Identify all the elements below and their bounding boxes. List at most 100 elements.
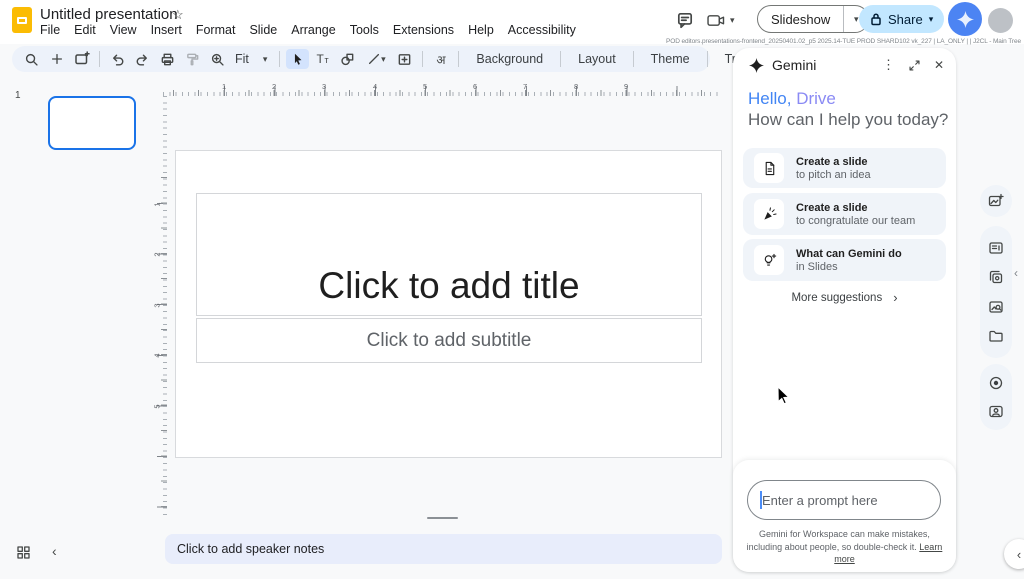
grid-view-button[interactable] [17, 546, 30, 559]
new-slide-button[interactable] [70, 49, 93, 69]
slideshow-button[interactable]: Slideshow [758, 6, 843, 32]
suggestion-card-pitch[interactable]: Create a slide to pitch an idea [743, 148, 946, 188]
lock-icon [870, 12, 882, 26]
copies-button[interactable] [988, 269, 1004, 285]
build-info-text: POD editors.presentations-frontend_20250… [666, 38, 1021, 45]
collapse-side-panel-button[interactable]: ‹ [1004, 539, 1024, 569]
menu-format[interactable]: Format [196, 23, 236, 37]
quick-add-button[interactable] [45, 49, 68, 69]
star-icon[interactable]: ☆ [172, 7, 184, 23]
menu-insert[interactable]: Insert [151, 23, 182, 37]
title-placeholder[interactable]: Click to add title [196, 193, 702, 316]
ruler-tick-label: 3 [322, 82, 326, 91]
input-tools-button[interactable]: अ [429, 49, 452, 69]
gemini-button[interactable] [948, 2, 982, 36]
join-call-button[interactable]: ▾ [706, 13, 735, 28]
more-suggestions-button[interactable]: More suggestions › [733, 290, 956, 305]
slide-layouts-button[interactable] [988, 240, 1004, 256]
menu-help[interactable]: Help [468, 23, 494, 37]
comments-button[interactable] [676, 11, 694, 29]
collapse-rail-chevron[interactable]: ‹ [1014, 266, 1018, 280]
subtitle-placeholder-text: Click to add subtitle [367, 330, 532, 352]
toolbar-separator [279, 51, 280, 67]
stacked-copies-icon [988, 269, 1004, 285]
party-popper-icon [754, 199, 784, 229]
insert-line-button[interactable]: ▾ [361, 49, 391, 69]
insert-placeholder-button[interactable] [393, 49, 416, 69]
ruler-tick-label: 8 [574, 82, 578, 91]
account-avatar[interactable] [988, 8, 1013, 33]
notes-resize-handle[interactable] [427, 517, 458, 519]
gemini-greeting: Hello, Drive How can I help you today? [748, 88, 948, 131]
text-box-button[interactable]: Tт [311, 49, 334, 69]
toolbar-separator [633, 51, 634, 67]
new-slide-icon [74, 51, 90, 67]
image-add-icon [988, 193, 1004, 209]
document-title[interactable]: Untitled presentation [40, 6, 178, 23]
share-button[interactable]: Share ▾ [859, 5, 944, 33]
redo-button[interactable] [131, 49, 154, 69]
insert-shape-button[interactable] [336, 49, 359, 69]
share-button-label: Share [888, 12, 923, 27]
undo-button[interactable] [106, 49, 129, 69]
print-button[interactable] [156, 49, 179, 69]
search-icon [24, 52, 39, 67]
slide-number: 1 [15, 90, 21, 101]
slide-canvas[interactable]: Click to add title Click to add subtitle [175, 150, 722, 458]
menu-file[interactable]: File [40, 23, 60, 37]
menu-accessibility[interactable]: Accessibility [508, 23, 576, 37]
background-button[interactable]: Background [465, 52, 554, 66]
menu-slide[interactable]: Slide [249, 23, 277, 37]
ruler-tick-label: 9 [624, 82, 628, 91]
gemini-spark-icon [957, 11, 974, 28]
speaker-notes-bar[interactable]: Click to add speaker notes [165, 534, 722, 564]
collapse-filmstrip-button[interactable]: ‹ [52, 543, 57, 559]
menu-view[interactable]: View [110, 23, 137, 37]
caret-down-icon: ▾ [854, 15, 859, 24]
svg-text:T: T [316, 52, 324, 66]
rail-group-tools [980, 226, 1012, 358]
layout-button[interactable]: Layout [567, 52, 627, 66]
menu-edit[interactable]: Edit [74, 23, 96, 37]
caret-down-icon[interactable]: ▾ [929, 15, 934, 24]
slide-thumbnail[interactable] [48, 96, 136, 150]
subtitle-placeholder[interactable]: Click to add subtitle [196, 318, 702, 363]
camera-button[interactable] [988, 403, 1004, 419]
expand-panel-icon[interactable] [908, 59, 921, 72]
zoom-select[interactable]: Fit ▾ [231, 52, 273, 66]
card-subtitle: to congratulate our team [796, 215, 915, 227]
grid-view-icon [17, 546, 30, 559]
select-tool-button[interactable] [286, 49, 309, 69]
gemini-panel-header: Gemini ⋮ ✕ [733, 48, 956, 82]
gemini-panel: Gemini ⋮ ✕ Hello, Drive How can I help y… [733, 48, 956, 572]
folder-button[interactable] [988, 328, 1004, 344]
panel-menu-button[interactable]: ⋮ [882, 57, 895, 73]
image-search-button[interactable] [988, 299, 1004, 315]
card-title: Create a slide [796, 156, 871, 168]
menu-arrange[interactable]: Arrange [291, 23, 335, 37]
slides-app: Untitled presentation ☆ File Edit View I… [0, 0, 1024, 579]
paint-format-button[interactable] [181, 49, 204, 69]
toolbar-separator [422, 51, 423, 67]
suggestion-card-congratulate[interactable]: Create a slide to congratulate our team [743, 193, 946, 235]
gemini-panel-title: Gemini [772, 57, 816, 73]
zoom-button[interactable] [206, 49, 229, 69]
frame-plus-icon [397, 52, 412, 67]
search-menus-button[interactable] [20, 49, 43, 69]
prompt-input[interactable] [762, 481, 930, 519]
ruler-tick-label: 4 [153, 353, 162, 357]
record-button[interactable] [988, 375, 1004, 391]
menu-extensions[interactable]: Extensions [393, 23, 454, 37]
menu-tools[interactable]: Tools [350, 23, 379, 37]
zoom-in-icon [210, 52, 225, 67]
slideshow-split-button: Slideshow ▾ [757, 5, 869, 33]
app-header: Untitled presentation ☆ File Edit View I… [0, 0, 1024, 44]
toolbar-separator [560, 51, 561, 67]
insert-image-button[interactable] [988, 193, 1004, 209]
suggestion-card-what-can-gemini-do[interactable]: What can Gemini do in Slides [743, 239, 946, 281]
caret-down-icon: ▾ [730, 16, 735, 25]
theme-button[interactable]: Theme [640, 52, 701, 66]
close-panel-button[interactable]: ✕ [934, 58, 944, 72]
card-title: What can Gemini do [796, 248, 902, 260]
slides-logo-icon[interactable] [12, 7, 32, 33]
